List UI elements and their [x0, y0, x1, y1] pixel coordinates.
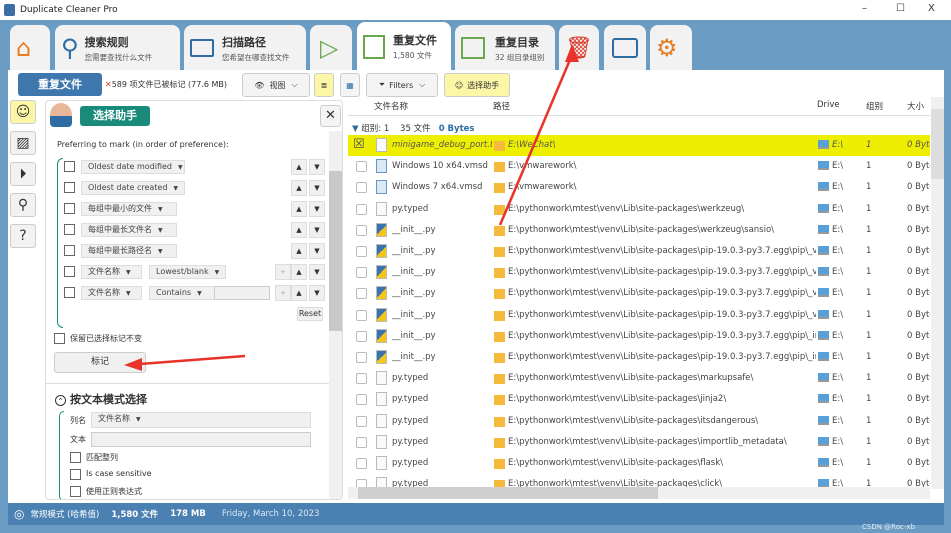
arrow-head [124, 358, 142, 371]
red-arrow-to-trash [498, 54, 574, 226]
arrow-head [565, 44, 579, 62]
annotation-arrows [124, 44, 579, 371]
red-arrow-to-mark [139, 354, 246, 366]
